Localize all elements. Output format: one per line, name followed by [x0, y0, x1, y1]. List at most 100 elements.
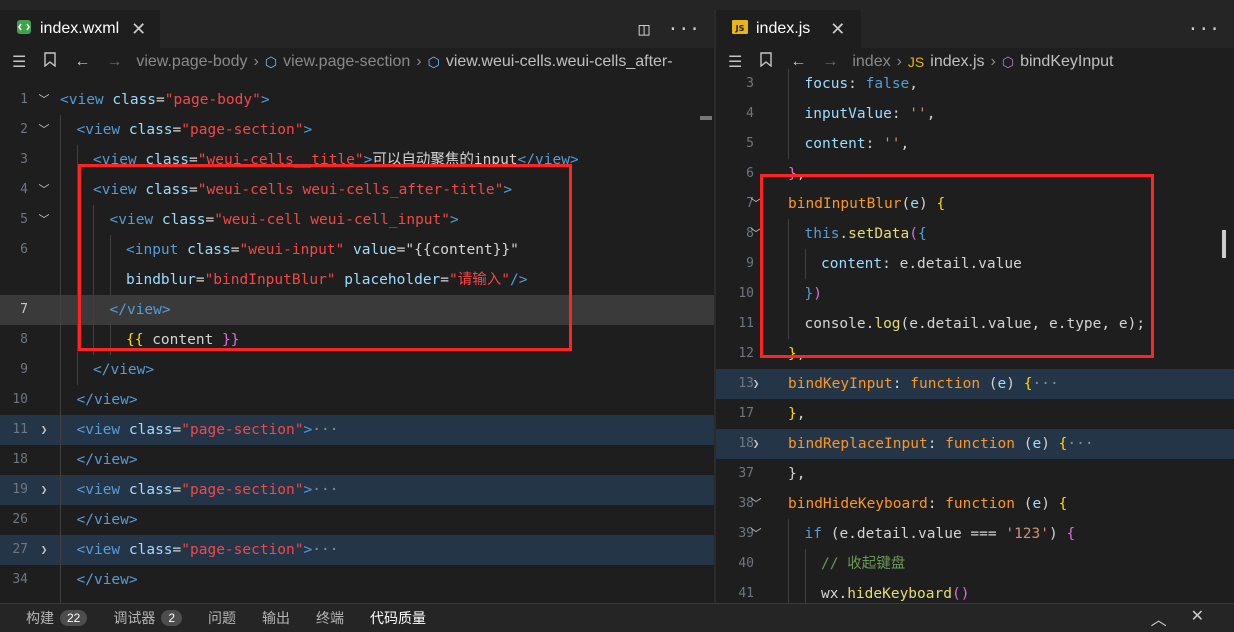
code-token: } — [788, 466, 797, 482]
tab-index-wxml[interactable]: index.wxml ✕ — [0, 10, 160, 48]
panel-tab[interactable]: 终端 — [316, 608, 344, 628]
code-line[interactable]: 13 ❯ bindKeyInput: function (e) {··· — [716, 369, 1234, 399]
code-text: <view class="page-section">··· — [77, 415, 339, 445]
fold-collapsed-icon[interactable]: ❯ — [749, 369, 763, 399]
code-line[interactable]: 10 </view> — [0, 385, 714, 415]
code-token: e — [1032, 496, 1042, 512]
code-token: bindHideKeyboard — [788, 496, 928, 512]
code-token: > — [303, 482, 313, 498]
maximize-panel-icon[interactable]: ︿ — [1151, 606, 1167, 630]
code-token: '123' — [1005, 526, 1049, 542]
code-token: : — [892, 376, 911, 392]
code-token: : — [927, 496, 946, 512]
code-text: </view> — [93, 355, 154, 385]
list-icon[interactable]: ☰ — [12, 52, 26, 72]
code-line[interactable]: 35 <view class="page-section"> — [0, 595, 714, 603]
panel-tab[interactable]: 代码质量 — [370, 608, 426, 628]
line-number: 19 — [12, 482, 28, 497]
code-token: > — [303, 422, 313, 438]
panel-tab[interactable]: 问题 — [208, 608, 236, 628]
code-line[interactable]: 26 </view> — [0, 505, 714, 535]
line-number: 6 — [746, 166, 754, 181]
fold-expanded-icon[interactable]: ﹀ — [37, 85, 51, 115]
more-actions-icon[interactable]: ··· — [1187, 19, 1220, 40]
fold-expanded-icon[interactable]: ﹀ — [37, 205, 51, 235]
code-token: class — [128, 482, 173, 498]
code-token: "page-section" — [181, 542, 304, 558]
panel-tab[interactable]: 构建 22 — [26, 608, 88, 628]
code-token: </view> — [76, 392, 138, 408]
breadcrumb-item[interactable]: view.page-section — [283, 53, 410, 71]
code-line[interactable]: 17}, — [716, 399, 1234, 429]
scroll-marker — [700, 116, 712, 120]
bookmark-icon[interactable] — [44, 52, 57, 72]
code-line[interactable]: 5 content: '', — [716, 129, 1234, 159]
code-line[interactable]: 18 </view> — [0, 445, 714, 475]
code-token: , — [909, 76, 919, 92]
code-line[interactable]: 9 </view> — [0, 355, 714, 385]
symbol-method-icon: ⬡ — [1001, 53, 1015, 70]
code-token: '' — [883, 136, 901, 152]
more-actions-icon[interactable]: ··· — [667, 19, 700, 40]
code-token: </view> — [93, 362, 155, 378]
split-editor-icon[interactable]: ◫ — [639, 19, 650, 40]
code-token: > — [303, 542, 313, 558]
code-line[interactable]: 37}, — [716, 459, 1234, 489]
line-number: 17 — [738, 406, 754, 421]
indent-guide — [788, 579, 789, 603]
indent-guide — [76, 355, 78, 385]
code-token: : — [848, 76, 866, 92]
title-strip — [0, 0, 1234, 10]
fold-expanded-icon[interactable]: ﹀ — [749, 489, 763, 519]
code-text: }, — [788, 399, 805, 429]
code-token: e — [997, 376, 1007, 392]
code-line[interactable]: 27 ❯ <view class="page-section">··· — [0, 535, 714, 565]
fold-expanded-icon[interactable]: ﹀ — [37, 175, 51, 205]
code-line[interactable]: 34 </view> — [0, 565, 714, 595]
code-line[interactable]: 1 ﹀ <view class="page-body"> — [0, 85, 714, 115]
back-arrow-icon[interactable]: ← — [74, 53, 90, 71]
indent-guide — [60, 595, 61, 603]
code-token: <view — [76, 542, 129, 558]
tab-index-js[interactable]: JS index.js ✕ — [716, 10, 861, 48]
forward-arrow-icon[interactable]: → — [106, 53, 122, 71]
code-token: '' — [909, 106, 927, 122]
fold-collapsed-icon[interactable]: ❯ — [37, 475, 51, 505]
panel-tab[interactable]: 调试器 2 — [113, 608, 183, 628]
code-line[interactable]: 18 ❯ bindReplaceInput: function (e) {··· — [716, 429, 1234, 459]
code-token: </view> — [76, 512, 138, 528]
code-line[interactable]: 2 ﹀ <view class="page-section"> — [0, 115, 714, 145]
wxml-file-icon — [16, 19, 32, 40]
code-line[interactable]: 4 inputValue: '', — [716, 99, 1234, 129]
code-token: // 收起键盘 — [821, 556, 906, 572]
code-token: "page-section" — [181, 122, 304, 138]
code-token: ( — [821, 526, 840, 542]
close-panel-icon[interactable]: ✕ — [1191, 606, 1204, 630]
code-line[interactable]: 40 // 收起键盘 — [716, 549, 1234, 579]
code-token: "page-body" — [164, 92, 261, 108]
indent-guide — [60, 235, 61, 265]
close-icon[interactable]: ✕ — [131, 19, 146, 40]
breadcrumb-item[interactable]: view.weui-cells.weui-cells_after- — [446, 53, 673, 71]
code-text: if (e.detail.value === '123') { — [805, 519, 1076, 549]
code-line[interactable]: 11 ❯ <view class="page-section">··· — [0, 415, 714, 445]
code-text: bindHideKeyboard: function (e) { — [788, 489, 1067, 519]
panel-tab[interactable]: 输出 — [262, 608, 290, 628]
code-token: ··· — [1067, 436, 1094, 452]
code-token: class — [112, 92, 157, 108]
close-icon[interactable]: ✕ — [830, 19, 845, 40]
fold-expanded-icon[interactable]: ﹀ — [749, 519, 763, 549]
fold-collapsed-icon[interactable]: ❯ — [749, 429, 763, 459]
breadcrumb-item[interactable]: view.page-body — [136, 53, 247, 71]
indent-guide — [788, 69, 789, 99]
code-line[interactable]: 38 ﹀ bindHideKeyboard: function (e) { — [716, 489, 1234, 519]
code-line[interactable]: 41 wx.hideKeyboard() — [716, 579, 1234, 603]
code-line[interactable]: 3 focus: false, — [716, 69, 1234, 99]
code-line[interactable]: 39 ﹀ if (e.detail.value === '123') { — [716, 519, 1234, 549]
code-line[interactable]: 19 ❯ <view class="page-section">··· — [0, 475, 714, 505]
fold-expanded-icon[interactable]: ﹀ — [37, 115, 51, 145]
indent-guide — [60, 355, 61, 385]
fold-collapsed-icon[interactable]: ❯ — [37, 535, 51, 565]
right-tab-bar: JS index.js ✕ ··· — [716, 10, 1234, 48]
fold-collapsed-icon[interactable]: ❯ — [37, 415, 51, 445]
